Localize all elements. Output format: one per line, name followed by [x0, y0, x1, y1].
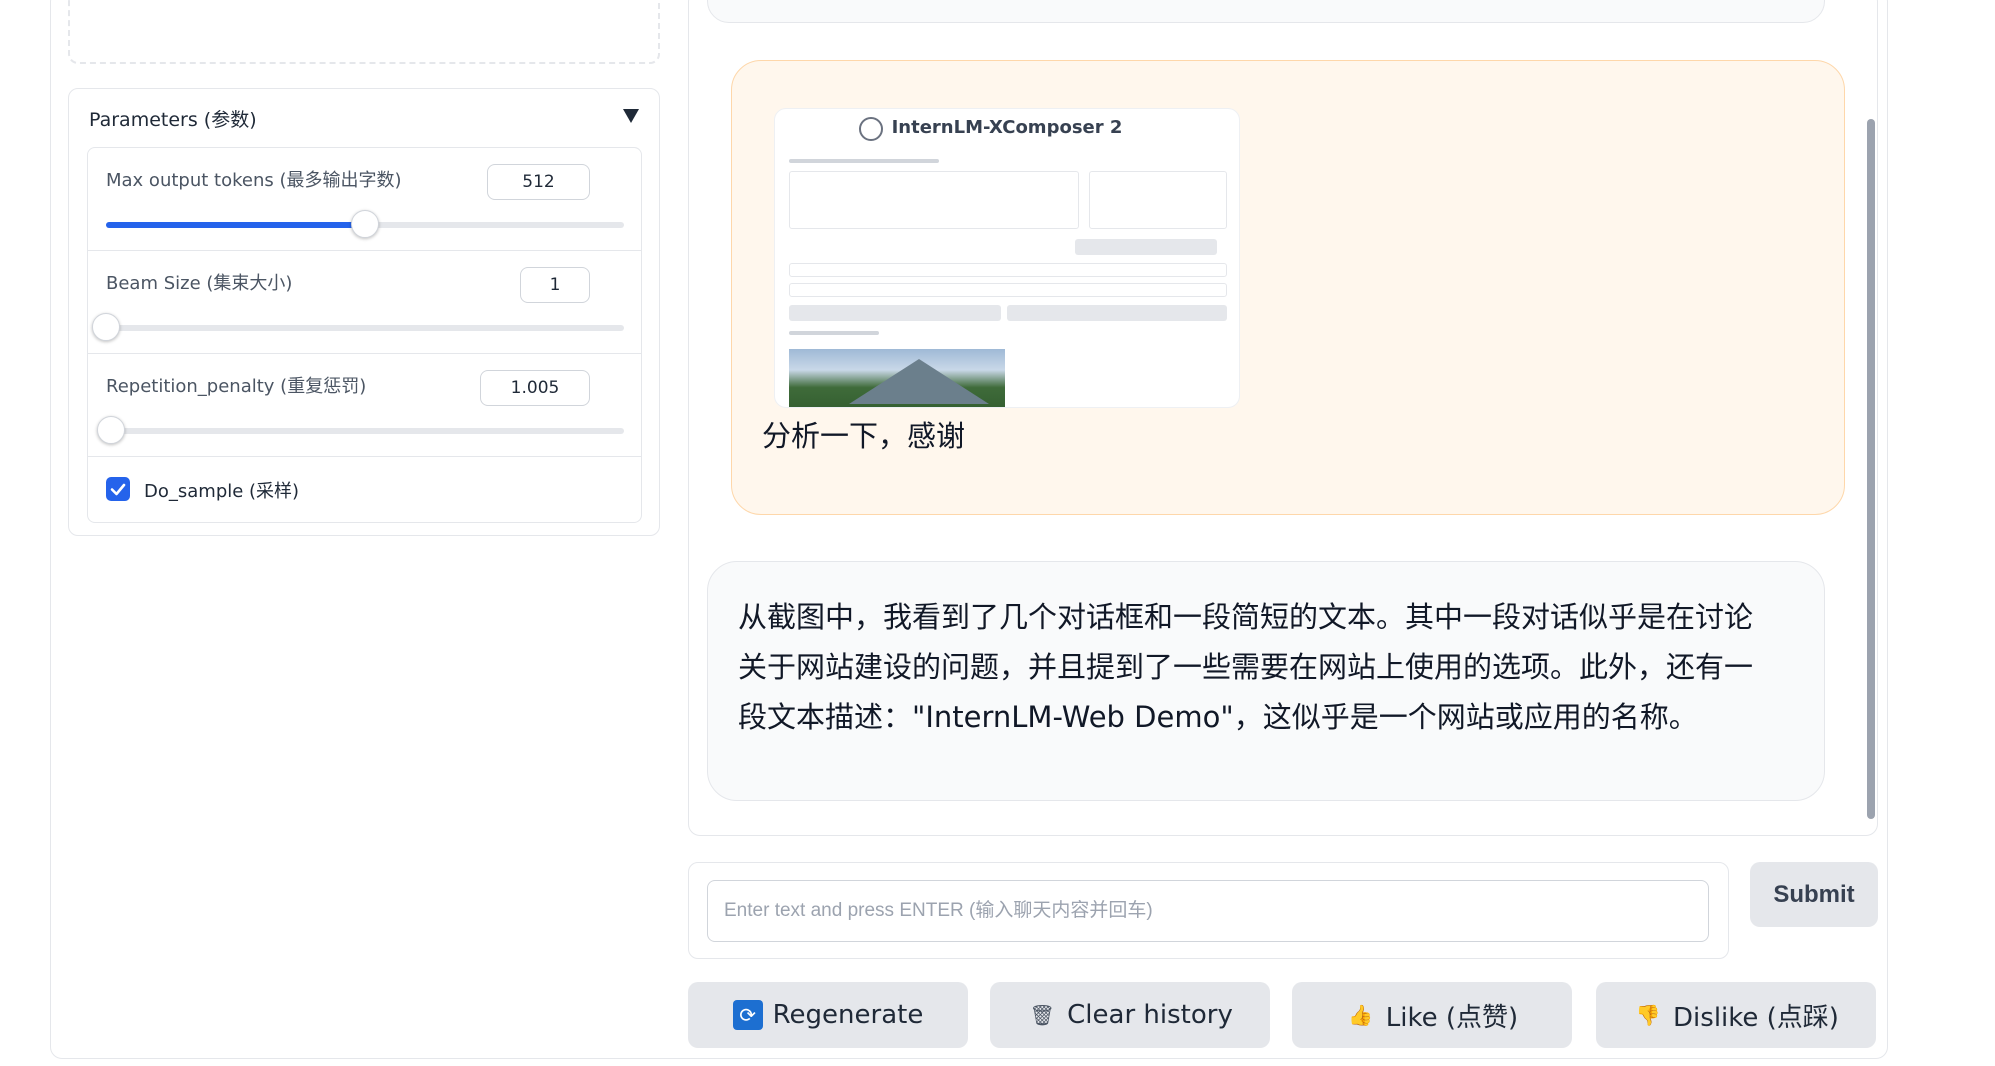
beam-size-thumb[interactable] [92, 313, 120, 341]
thumbs-down-icon: 👎 [1635, 1003, 1661, 1027]
parameters-accordion-header[interactable]: Parameters (参数) [69, 89, 659, 149]
beam-size-label: Beam Size (集束大小) [106, 273, 293, 294]
dislike-label: Dislike (点踩) [1673, 1002, 1839, 1033]
thumbnail-line [789, 159, 939, 163]
like-button[interactable]: 👍 Like (点赞) [1292, 982, 1572, 1048]
do-sample-label: Do_sample (采样) [144, 481, 300, 502]
thumbnail-accordion [789, 263, 1227, 277]
parameters-title: Parameters (参数) [89, 109, 257, 131]
chat-scrollbar[interactable] [1867, 119, 1875, 819]
parameters-body: Max output tokens (最多输出字数) 512 Beam Size… [87, 147, 642, 523]
max-tokens-value[interactable]: 512 [487, 164, 590, 200]
like-label: Like (点赞) [1385, 1002, 1519, 1033]
max-tokens-control: Max output tokens (最多输出字数) 512 [88, 148, 641, 251]
thumbnail-line [789, 331, 879, 335]
clear-history-button[interactable]: 🗑 Clear history [990, 982, 1270, 1048]
thumbnail-settings-box [1089, 171, 1227, 229]
check-icon [110, 483, 126, 496]
chat-history[interactable]: InternLM-XComposer 2 分析一下，感谢 从截图中，我看到了几个… [688, 0, 1878, 836]
refresh-icon: ⟳ [732, 1000, 763, 1030]
trash-icon: 🗑 [1029, 1003, 1055, 1027]
beam-size-control: Beam Size (集束大小) 1 [88, 251, 641, 354]
beam-size-slider[interactable] [92, 313, 624, 341]
thumbnail-textbox [789, 171, 1079, 229]
thumbs-up-icon: 👍 [1348, 1003, 1374, 1027]
parameters-panel: Parameters (参数) Max output tokens (最多输出字… [68, 88, 660, 536]
do-sample-checkbox[interactable] [106, 477, 130, 501]
max-tokens-fill [106, 222, 365, 228]
chat-input-container [688, 862, 1729, 959]
regenerate-button[interactable]: ⟳ Regenerate [688, 982, 968, 1048]
dislike-button[interactable]: 👎 Dislike (点踩) [1596, 982, 1876, 1048]
thumbnail-title: InternLM-XComposer 2 [891, 117, 1123, 138]
do-sample-row: Do_sample (采样) [88, 457, 641, 522]
regenerate-label: Regenerate [772, 1000, 924, 1030]
uploaded-screenshot-image[interactable]: InternLM-XComposer 2 [774, 108, 1240, 408]
caret-down-icon[interactable] [623, 109, 639, 123]
thumbnail-like-button [789, 305, 1001, 321]
user-message-text: 分析一下，感谢 [762, 419, 966, 453]
thumbnail-submit-button [1075, 239, 1217, 255]
max-tokens-thumb[interactable] [351, 210, 379, 238]
clear-history-label: Clear history [1067, 1000, 1233, 1030]
user-message-bubble: InternLM-XComposer 2 分析一下，感谢 [731, 60, 1845, 515]
bot-message-text: 从截图中，我看到了几个对话框和一段简短的文本。其中一段对话似乎是在讨论关于网站建… [738, 600, 1754, 734]
beam-size-value[interactable]: 1 [520, 267, 590, 303]
repetition-penalty-control: Repetition_penalty (重复惩罚) 1.005 [88, 354, 641, 457]
mountain-image [789, 349, 1005, 407]
thumbnail-dislike-button [1007, 305, 1227, 321]
chat-input[interactable] [707, 880, 1709, 942]
thumbnail-accordion [789, 283, 1227, 297]
previous-message-bubble [707, 0, 1825, 23]
max-tokens-slider[interactable] [106, 210, 624, 238]
repetition-penalty-label: Repetition_penalty (重复惩罚) [106, 376, 367, 397]
image-upload-area[interactable] [68, 0, 660, 64]
repetition-penalty-value[interactable]: 1.005 [480, 370, 590, 406]
max-tokens-label: Max output tokens (最多输出字数) [106, 170, 402, 191]
bot-message-bubble: 从截图中，我看到了几个对话框和一段简短的文本。其中一段对话似乎是在讨论关于网站建… [707, 561, 1825, 801]
repetition-penalty-slider[interactable] [97, 416, 624, 444]
submit-button[interactable]: Submit [1750, 862, 1878, 927]
repetition-penalty-thumb[interactable] [97, 416, 126, 444]
